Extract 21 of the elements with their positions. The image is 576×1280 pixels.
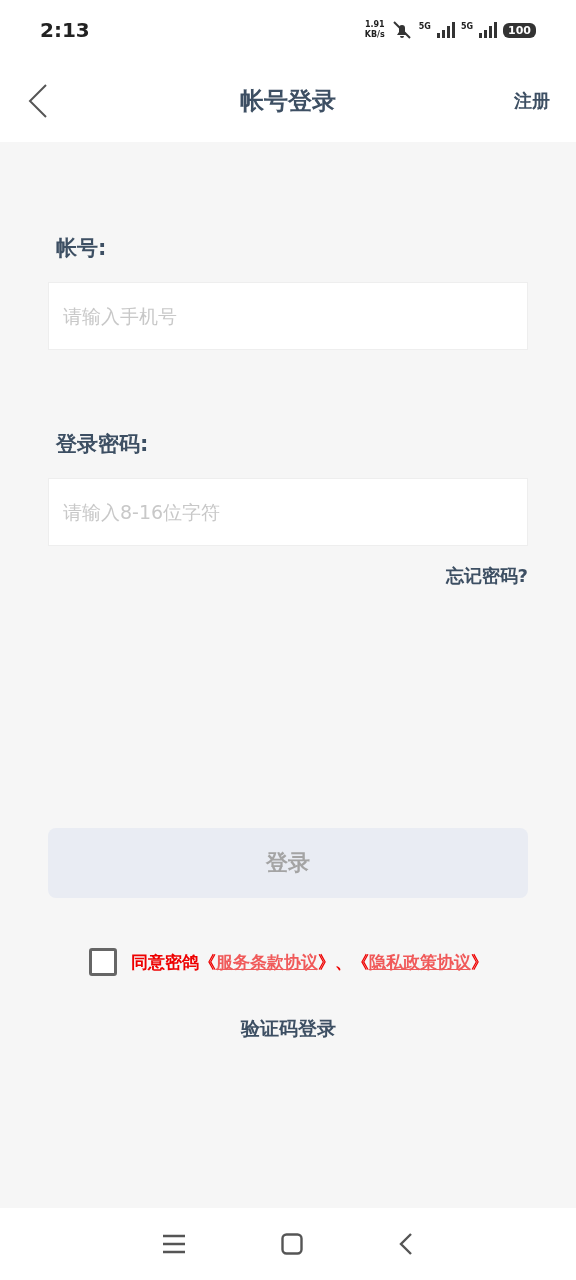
muted-bell-icon (390, 20, 413, 40)
field-label: 帐号: (56, 235, 108, 262)
field-label: 登录密码: (56, 431, 150, 458)
register-link[interactable]: 注册 (514, 89, 550, 113)
signal-icon (479, 22, 498, 38)
back-button[interactable] (26, 83, 50, 119)
forgot-password-link[interactable]: 忘记密码? (445, 564, 528, 588)
network-type: 5G (418, 22, 431, 31)
page-title: 帐号登录 (240, 86, 336, 117)
signal-icon (436, 22, 455, 38)
battery-level: 100 (503, 22, 536, 38)
sms-login-link[interactable]: 验证码登录 (240, 1016, 336, 1042)
home-icon[interactable] (281, 1233, 303, 1255)
back-icon[interactable] (399, 1233, 413, 1255)
menu-icon[interactable] (163, 1234, 185, 1254)
clock-time: 2:13 (40, 18, 90, 42)
speed-unit: KB/s (364, 30, 385, 40)
agreement-text: 同意密鸽《服务条款协议》、《隐私政策协议》 (130, 950, 488, 974)
agree-checkbox[interactable] (88, 948, 117, 976)
network-type: 5G (460, 22, 474, 31)
network-speed: 1.91 (364, 20, 385, 30)
